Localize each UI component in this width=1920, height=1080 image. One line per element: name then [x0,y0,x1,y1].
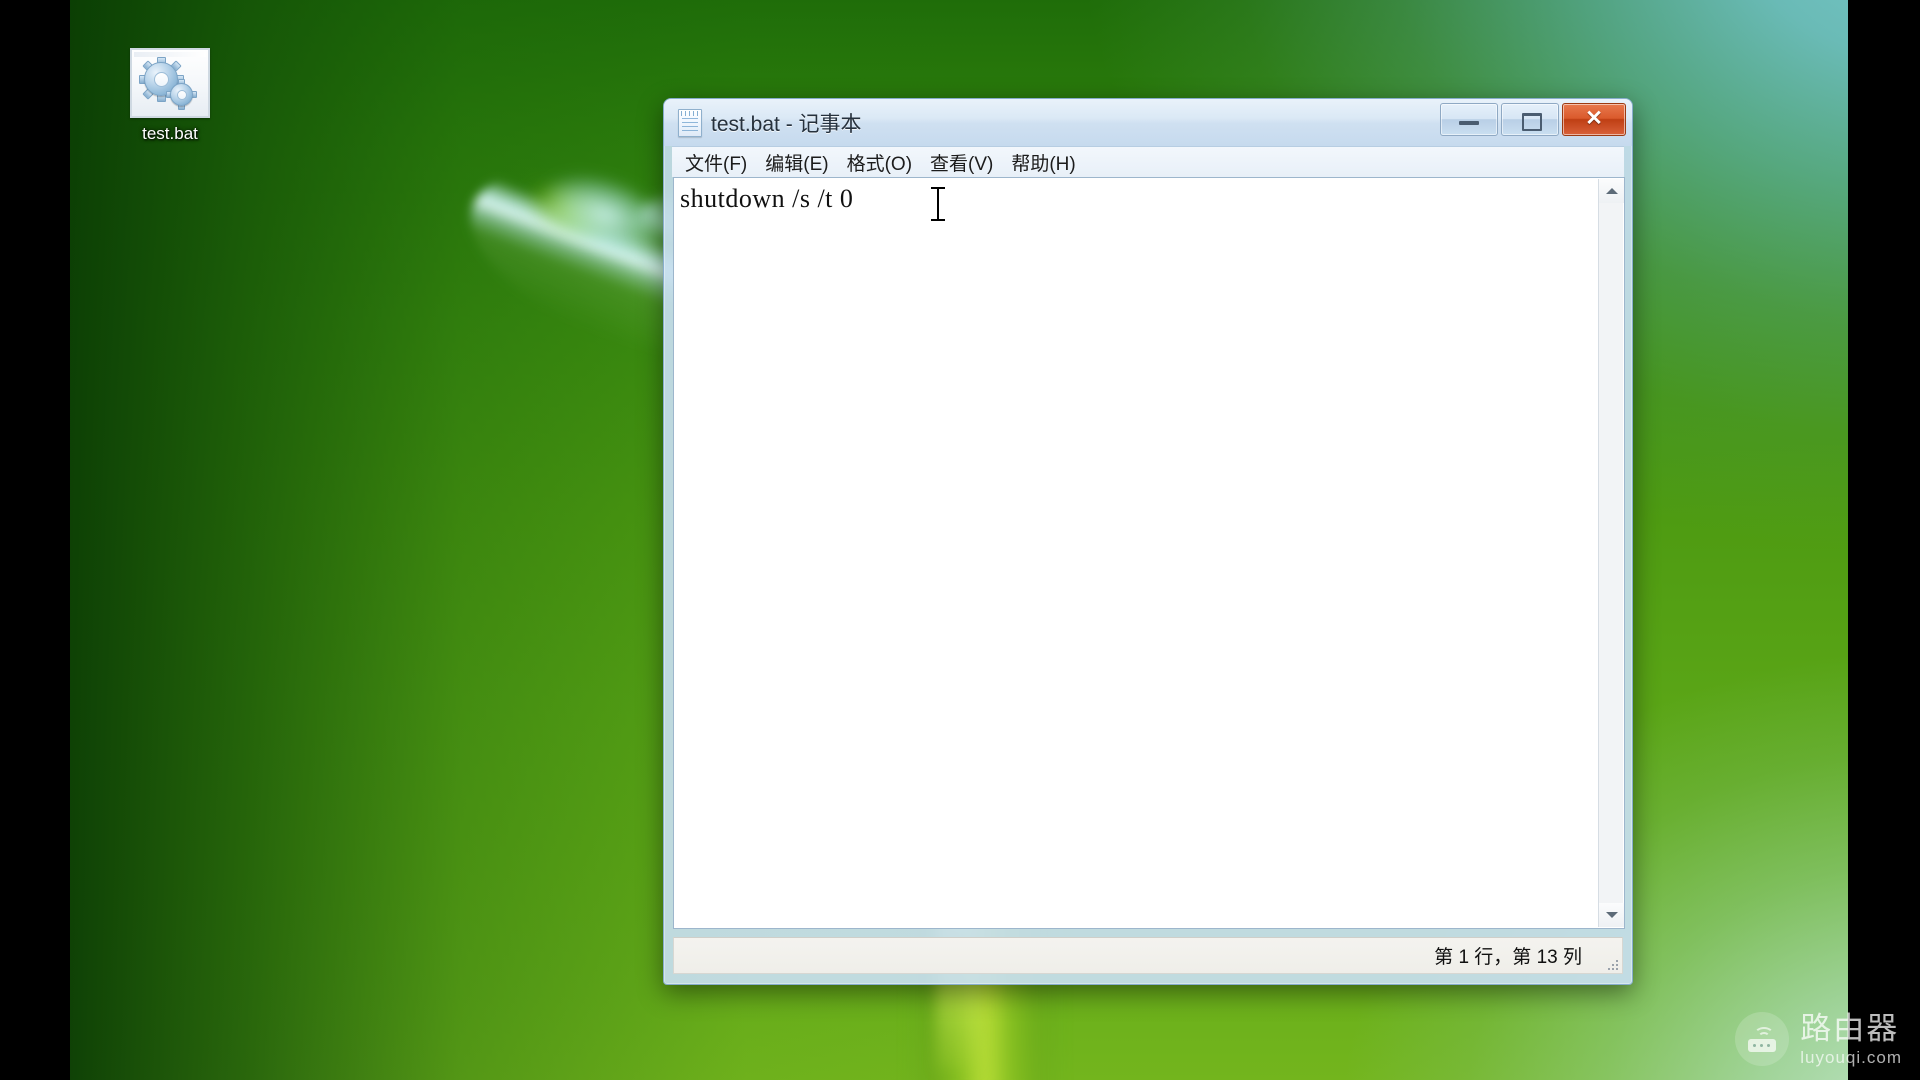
text-editor-area[interactable]: shutdown /s /t 0 [673,177,1625,929]
close-icon: ✕ [1585,107,1603,130]
text-cursor-ibeam [931,187,945,221]
menu-help[interactable]: 帮助(H) [1002,147,1084,178]
minimize-icon [1459,121,1479,125]
scroll-up-arrow-icon[interactable] [1599,179,1624,203]
status-bar: 第 1 行，第 13 列 [673,937,1623,974]
desktop-icon-test-bat[interactable]: test.bat [105,48,235,144]
editor-text-content[interactable]: shutdown /s /t 0 [680,184,853,214]
screen-root: test.bat test.bat - 记事本 ✕ 文件(F) 编辑(E) 格式… [0,0,1920,1080]
window-title-bar[interactable]: test.bat - 记事本 ✕ [664,99,1632,146]
resize-grip-icon[interactable] [1603,955,1618,970]
menu-edit[interactable]: 编辑(E) [756,147,837,178]
watermark-en-text: luyouqi.com [1800,1047,1902,1067]
menu-file[interactable]: 文件(F) [676,147,756,178]
cursor-position-status: 第 1 行，第 13 列 [1434,947,1582,968]
router-signal-icon [1735,1012,1790,1066]
batch-file-gears-icon [130,48,210,118]
watermark: 路由器 luyouqi.com [1735,1012,1902,1066]
scroll-down-arrow-icon[interactable] [1599,903,1624,927]
maximize-button[interactable] [1501,103,1559,136]
watermark-cn-text: 路由器 [1800,1010,1900,1046]
desktop-icon-label: test.bat [142,124,198,143]
menu-view[interactable]: 查看(V) [921,147,1002,178]
close-button[interactable]: ✕ [1562,103,1626,136]
menu-format[interactable]: 格式(O) [838,147,921,178]
notepad-icon [678,108,702,137]
vertical-scrollbar[interactable] [1598,179,1624,927]
menu-bar[interactable]: 文件(F) 编辑(E) 格式(O) 查看(V) 帮助(H) [672,146,1624,177]
window-title: test.bat - 记事本 [711,112,862,136]
maximize-icon [1522,113,1542,131]
notepad-window[interactable]: test.bat - 记事本 ✕ 文件(F) 编辑(E) 格式(O) 查看(V)… [663,98,1633,985]
window-controls[interactable]: ✕ [1440,103,1626,136]
minimize-button[interactable] [1440,103,1498,136]
